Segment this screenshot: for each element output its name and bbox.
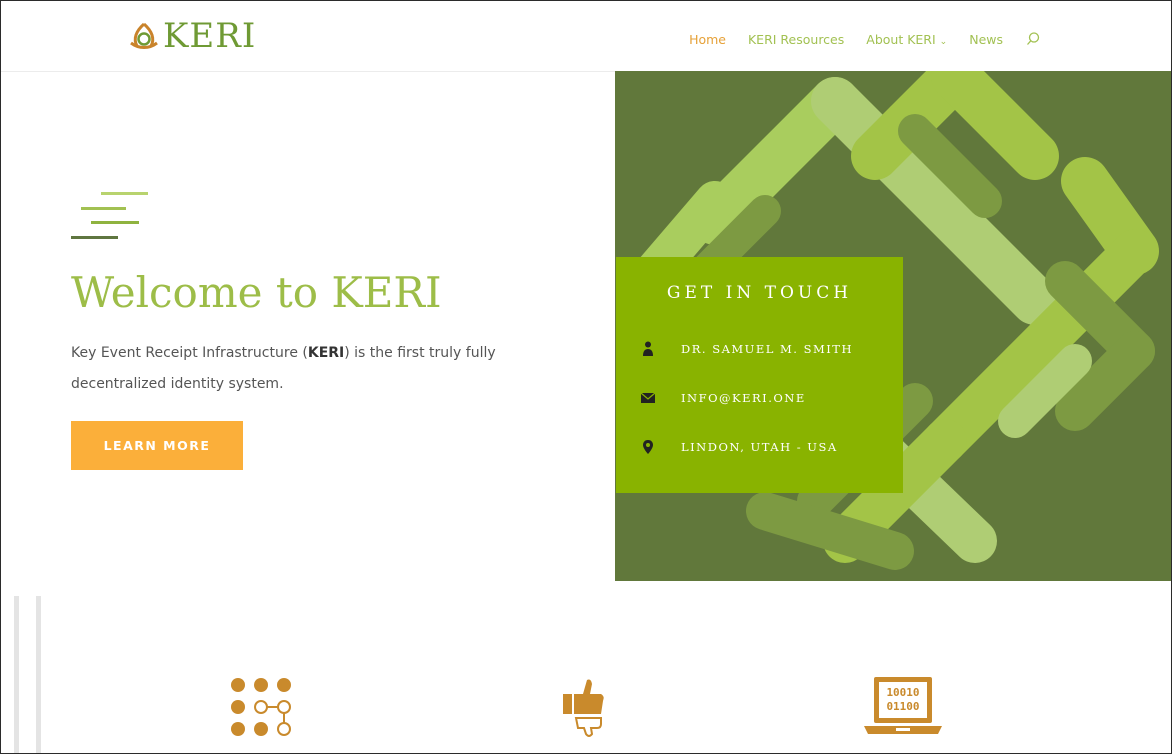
decorative-lines [71,192,151,242]
decor-line-4 [71,236,118,239]
nav-home[interactable]: Home [689,32,726,47]
contact-row-location: LINDON, UTAH - USA [640,439,838,455]
site-logo[interactable]: KERI [127,19,256,53]
decor-line-2 [81,207,126,210]
site-header: KERI Home KERI Resources About KERI ⌄ New… [1,1,1171,72]
contact-card: GET IN TOUCH DR. SAMUEL M. SMITH INFO@KE… [616,257,903,493]
binary-line-2: 01100 [886,700,919,713]
vertical-line-2 [36,596,41,754]
hero-title: Welcome to KERI [71,268,442,317]
decor-line-1 [101,192,148,195]
main-nav: Home KERI Resources About KERI ⌄ News [689,31,1041,47]
location-pin-icon [640,439,656,455]
decor-line-3 [91,221,139,224]
person-icon [640,341,656,357]
binary-line-1: 10010 [886,686,919,699]
envelope-icon [640,390,656,406]
hero-desc-bold: KERI [307,345,345,361]
contact-title: GET IN TOUCH [666,283,853,303]
binary-laptop-icon: 10010 01100 [862,676,944,742]
nav-keri-resources[interactable]: KERI Resources [748,32,844,47]
hero-description: Key Event Receipt Infrastructure (KERI) … [71,338,541,400]
nav-about-keri-label: About KERI [866,31,936,47]
dot-grid-network-icon [229,676,295,742]
thumbs-up-down-icon [561,676,611,742]
contact-email[interactable]: INFO@KERI.ONE [681,391,806,405]
brand-name: KERI [163,16,257,56]
chevron-down-icon: ⌄ [939,36,948,47]
contact-row-name: DR. SAMUEL M. SMITH [640,341,853,357]
contact-name: DR. SAMUEL M. SMITH [681,342,854,356]
nav-about-keri[interactable]: About KERI ⌄ [866,32,947,47]
search-icon[interactable] [1025,31,1041,47]
nav-news[interactable]: News [969,32,1003,47]
contact-location: LINDON, UTAH - USA [681,440,838,454]
hero-desc-part-1: Key Event Receipt Infrastructure ( [71,345,308,361]
vertical-line-1 [14,596,19,754]
contact-row-email[interactable]: INFO@KERI.ONE [640,390,806,406]
learn-more-button[interactable]: LEARN MORE [71,421,243,470]
triquetra-icon [130,22,158,49]
